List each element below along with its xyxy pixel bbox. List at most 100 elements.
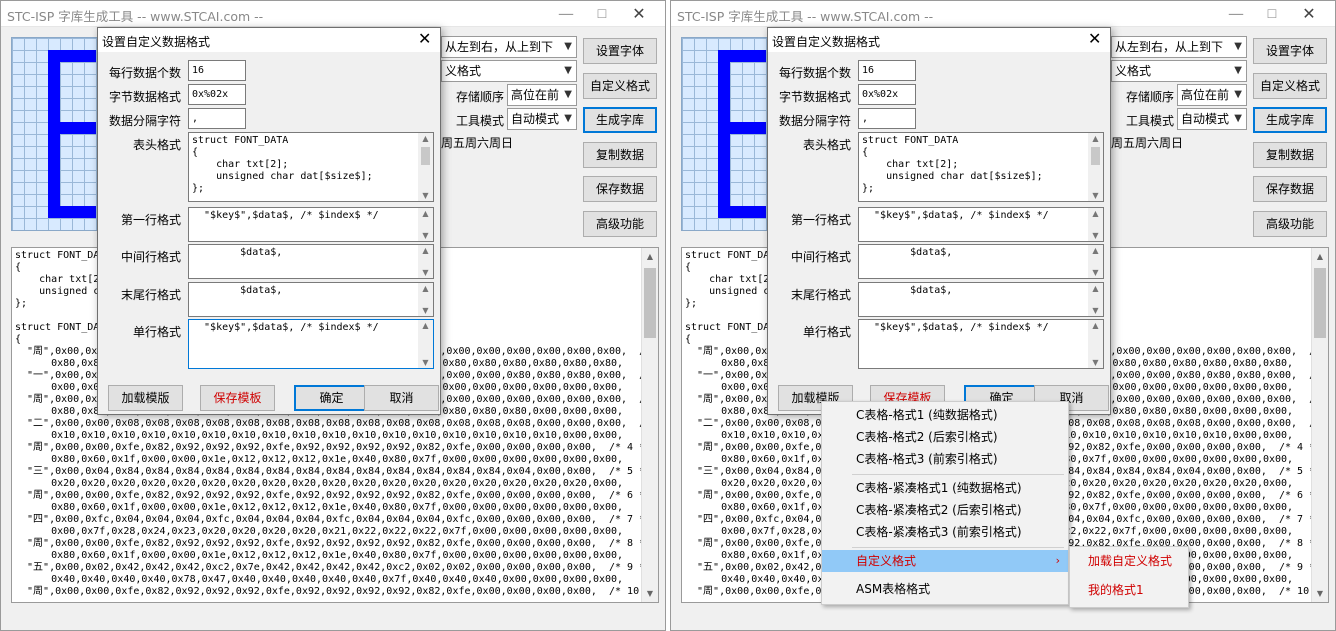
close-icon[interactable]: ✕ bbox=[629, 4, 649, 24]
menu-item-c-compact-format-2[interactable]: C表格-紧凑格式2 (后索引格式) bbox=[822, 499, 1068, 521]
scroll-thumb[interactable] bbox=[1314, 268, 1326, 338]
scan-direction-select[interactable]: 从左到右，从上到下 ▼ bbox=[441, 36, 577, 58]
scroll-up-arrow-icon[interactable]: ▲ bbox=[418, 321, 433, 330]
menu-item-c-compact-format-3[interactable]: C表格-紧凑格式3 (前索引格式) bbox=[822, 521, 1068, 543]
scroll-up-arrow-icon[interactable]: ▲ bbox=[1088, 246, 1103, 255]
header-scrollbar[interactable]: ▲ ▼ bbox=[1088, 133, 1103, 201]
scroll-down-arrow-icon[interactable]: ▼ bbox=[1088, 306, 1103, 315]
menu-item-c-table-format-3[interactable]: C表格-格式3 (前索引格式) bbox=[822, 448, 1068, 470]
single-line-scrollbar[interactable]: ▲ ▼ bbox=[1088, 320, 1103, 368]
middle-line-format-textarea[interactable]: $data$, ▲ ▼ bbox=[858, 244, 1104, 279]
cancel-button[interactable]: 取消 bbox=[364, 385, 439, 411]
scroll-up-arrow-icon[interactable]: ▲ bbox=[418, 209, 433, 218]
font-pixel-preview[interactable] bbox=[11, 37, 99, 231]
header-scrollbar[interactable]: ▲ ▼ bbox=[418, 133, 433, 201]
scroll-down-arrow-icon[interactable]: ▼ bbox=[1088, 191, 1103, 200]
maximize-icon[interactable]: ☐ bbox=[592, 4, 612, 24]
set-font-button[interactable]: 设置字体 bbox=[583, 38, 657, 64]
single-line-format-textarea[interactable]: "$key$",$data$, /* $index$ */ ▲ ▼ bbox=[858, 319, 1104, 369]
single-line-scrollbar[interactable]: ▲ ▼ bbox=[418, 320, 433, 368]
separator-input[interactable]: , bbox=[858, 108, 916, 129]
single-line-format-textarea[interactable]: "$key$",$data$, /* $index$ */ ▲ ▼ bbox=[188, 319, 434, 369]
storage-order-select[interactable]: 高位在前 ▼ bbox=[1177, 84, 1247, 106]
minimize-icon[interactable]: — bbox=[1226, 4, 1246, 24]
menu-item-c-compact-format-1[interactable]: C表格-紧凑格式1 (纯数据格式) bbox=[822, 477, 1068, 499]
scroll-down-arrow-icon[interactable]: ▼ bbox=[1088, 358, 1103, 367]
custom-format-button[interactable]: 自定义格式 bbox=[1253, 73, 1327, 99]
first-line-scrollbar[interactable]: ▲ ▼ bbox=[418, 208, 433, 241]
tool-mode-select[interactable]: 自动模式 ▼ bbox=[1177, 108, 1247, 130]
first-line-scrollbar[interactable]: ▲ ▼ bbox=[1088, 208, 1103, 241]
scroll-down-arrow-icon[interactable]: ▼ bbox=[1088, 231, 1103, 240]
save-template-button[interactable]: 保存模板 bbox=[200, 385, 275, 411]
header-format-textarea[interactable]: struct FONT_DATA { char txt[2]; unsigned… bbox=[858, 132, 1104, 202]
ok-button[interactable]: 确定 bbox=[294, 385, 369, 411]
copy-data-button[interactable]: 复制数据 bbox=[583, 142, 657, 168]
scroll-down-arrow-icon[interactable]: ▼ bbox=[1312, 585, 1328, 602]
custom-format-button[interactable]: 自定义格式 bbox=[583, 73, 657, 99]
last-line-format-textarea[interactable]: $data$, ▲ ▼ bbox=[188, 282, 434, 317]
close-icon[interactable]: ✕ bbox=[1299, 4, 1319, 24]
advanced-button[interactable]: 高级功能 bbox=[1253, 211, 1327, 237]
scroll-up-arrow-icon[interactable]: ▲ bbox=[1312, 248, 1328, 265]
per-line-count-input[interactable]: 16 bbox=[188, 60, 246, 81]
first-line-format-textarea[interactable]: "$key$",$data$, /* $index$ */ ▲ ▼ bbox=[858, 207, 1104, 242]
copy-data-button[interactable]: 复制数据 bbox=[1253, 142, 1327, 168]
save-data-button[interactable]: 保存数据 bbox=[1253, 176, 1327, 202]
scroll-up-arrow-icon[interactable]: ▲ bbox=[1088, 284, 1103, 293]
scroll-up-arrow-icon[interactable]: ▲ bbox=[418, 284, 433, 293]
scroll-thumb[interactable] bbox=[644, 268, 656, 338]
submenu-item-my-format-1[interactable]: 我的格式1 bbox=[1070, 579, 1188, 601]
font-pixel-preview[interactable] bbox=[681, 37, 769, 231]
middle-line-format-textarea[interactable]: $data$, ▲ ▼ bbox=[188, 244, 434, 279]
scroll-up-arrow-icon[interactable]: ▲ bbox=[1088, 321, 1103, 330]
scroll-down-arrow-icon[interactable]: ▼ bbox=[418, 306, 433, 315]
byte-format-input[interactable]: 0x%02x bbox=[858, 84, 916, 105]
tool-mode-select[interactable]: 自动模式 ▼ bbox=[507, 108, 577, 130]
scroll-down-arrow-icon[interactable]: ▼ bbox=[418, 231, 433, 240]
byte-format-input[interactable]: 0x%02x bbox=[188, 84, 246, 105]
scroll-down-arrow-icon[interactable]: ▼ bbox=[418, 358, 433, 367]
submenu-item-load-custom-format[interactable]: 加载自定义格式 bbox=[1070, 550, 1188, 572]
set-font-button[interactable]: 设置字体 bbox=[1253, 38, 1327, 64]
menu-item-custom-format[interactable]: 自定义格式 › bbox=[822, 550, 1068, 572]
output-format-select[interactable]: 义格式 ▼ bbox=[1111, 60, 1247, 82]
generate-font-button[interactable]: 生成字库 bbox=[1253, 107, 1327, 133]
scroll-thumb[interactable] bbox=[1091, 147, 1100, 165]
close-icon[interactable]: ✕ bbox=[418, 29, 431, 48]
scroll-down-arrow-icon[interactable]: ▼ bbox=[418, 191, 433, 200]
per-line-count-input[interactable]: 16 bbox=[858, 60, 916, 81]
scroll-up-arrow-icon[interactable]: ▲ bbox=[418, 246, 433, 255]
last-line-scrollbar[interactable]: ▲ ▼ bbox=[418, 283, 433, 316]
output-scrollbar[interactable]: ▲ ▼ bbox=[1311, 248, 1328, 602]
load-template-button[interactable]: 加载模版 bbox=[108, 385, 183, 411]
menu-item-c-table-format-1[interactable]: C表格-格式1 (纯数据格式) bbox=[822, 404, 1068, 426]
header-format-textarea[interactable]: struct FONT_DATA { char txt[2]; unsigned… bbox=[188, 132, 434, 202]
menu-item-asm-table-format[interactable]: ASM表格格式 bbox=[822, 578, 1068, 600]
scroll-up-arrow-icon[interactable]: ▲ bbox=[642, 248, 658, 265]
close-icon[interactable]: ✕ bbox=[1088, 29, 1101, 48]
middle-line-scrollbar[interactable]: ▲ ▼ bbox=[418, 245, 433, 278]
menu-item-c-table-format-2[interactable]: C表格-格式2 (后索引格式) bbox=[822, 426, 1068, 448]
scan-direction-select[interactable]: 从左到右，从上到下 ▼ bbox=[1111, 36, 1247, 58]
middle-line-scrollbar[interactable]: ▲ ▼ bbox=[1088, 245, 1103, 278]
separator-input[interactable]: , bbox=[188, 108, 246, 129]
output-scrollbar[interactable]: ▲ ▼ bbox=[641, 248, 658, 602]
scroll-down-arrow-icon[interactable]: ▼ bbox=[418, 268, 433, 277]
scroll-down-arrow-icon[interactable]: ▼ bbox=[642, 585, 658, 602]
last-line-format-textarea[interactable]: $data$, ▲ ▼ bbox=[858, 282, 1104, 317]
first-line-format-textarea[interactable]: "$key$",$data$, /* $index$ */ ▲ ▼ bbox=[188, 207, 434, 242]
advanced-button[interactable]: 高级功能 bbox=[583, 211, 657, 237]
scroll-thumb[interactable] bbox=[421, 147, 430, 165]
storage-order-select[interactable]: 高位在前 ▼ bbox=[507, 84, 577, 106]
last-line-scrollbar[interactable]: ▲ ▼ bbox=[1088, 283, 1103, 316]
save-data-button[interactable]: 保存数据 bbox=[583, 176, 657, 202]
maximize-icon[interactable]: ☐ bbox=[1262, 4, 1282, 24]
scroll-up-arrow-icon[interactable]: ▲ bbox=[1088, 209, 1103, 218]
output-format-select[interactable]: 义格式 ▼ bbox=[441, 60, 577, 82]
minimize-icon[interactable]: — bbox=[556, 4, 576, 24]
scroll-down-arrow-icon[interactable]: ▼ bbox=[1088, 268, 1103, 277]
scroll-up-arrow-icon[interactable]: ▲ bbox=[1088, 134, 1103, 143]
scroll-up-arrow-icon[interactable]: ▲ bbox=[418, 134, 433, 143]
generate-font-button[interactable]: 生成字库 bbox=[583, 107, 657, 133]
